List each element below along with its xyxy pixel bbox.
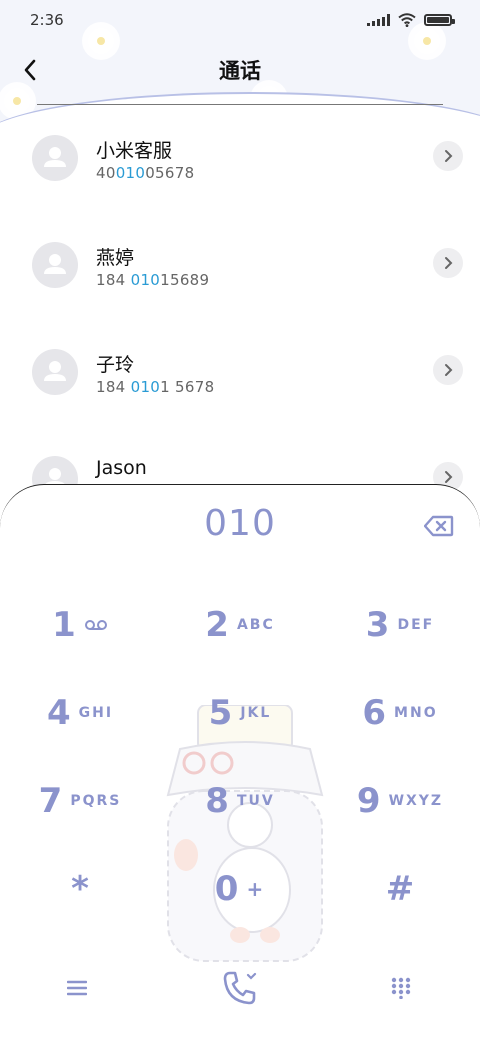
contact-row[interactable]: 小米客服 4001005678 bbox=[0, 108, 480, 215]
key-digit: 3 bbox=[365, 605, 390, 645]
key-letters: ABC bbox=[236, 617, 275, 633]
avatar-icon bbox=[32, 242, 78, 288]
contact-detail-button[interactable] bbox=[433, 248, 463, 278]
call-button[interactable] bbox=[215, 963, 265, 1013]
key-letters: DEF bbox=[397, 617, 435, 633]
key-letters: GHI bbox=[78, 705, 114, 721]
match-highlight: 010 bbox=[130, 271, 161, 289]
dial-key-2[interactable]: 2 ABC bbox=[170, 595, 310, 655]
key-digit: * bbox=[71, 869, 89, 909]
key-digit: 0 bbox=[214, 869, 239, 909]
chevron-right-icon bbox=[445, 471, 453, 483]
key-digit: # bbox=[385, 869, 415, 909]
avatar-icon bbox=[32, 349, 78, 395]
chevron-right-icon bbox=[445, 257, 453, 269]
key-digit: 9 bbox=[356, 781, 381, 821]
contact-name: 子玲 bbox=[96, 354, 135, 376]
jar-illustration bbox=[166, 705, 324, 962]
dial-key-1[interactable]: 1 bbox=[10, 595, 150, 655]
key-digit: 6 bbox=[362, 693, 387, 733]
signal-icon bbox=[367, 14, 390, 26]
menu-icon bbox=[67, 980, 87, 996]
key-letters: TUV bbox=[236, 793, 275, 809]
keypad-toggle-button[interactable] bbox=[376, 963, 426, 1013]
dial-key-9[interactable]: 9 WXYZ bbox=[330, 771, 470, 831]
match-highlight: 010 bbox=[130, 378, 161, 396]
contact-number: 184 0101 5678 bbox=[96, 378, 215, 396]
phone-icon bbox=[223, 971, 257, 1005]
contact-number: 184 01015689 bbox=[96, 271, 210, 289]
key-letters: MNO bbox=[394, 705, 438, 721]
dial-key-hash[interactable]: # bbox=[330, 859, 470, 919]
contact-name: 燕婷 bbox=[96, 247, 135, 269]
key-digit: 5 bbox=[208, 693, 233, 733]
contact-name: Jason bbox=[96, 457, 147, 479]
status-bar: 2:36 bbox=[0, 0, 480, 40]
header: 通话 bbox=[0, 44, 480, 96]
dialed-number: 010 bbox=[204, 503, 276, 544]
contact-detail-button[interactable] bbox=[433, 141, 463, 171]
key-digit: 8 bbox=[205, 781, 229, 821]
avatar-icon bbox=[32, 135, 78, 181]
dial-key-4[interactable]: 4 GHI bbox=[10, 683, 150, 743]
contact-list: 小米客服 4001005678 燕婷 184 01015689 子玲 184 0… bbox=[0, 108, 480, 536]
contact-number: 4001005678 bbox=[96, 164, 195, 182]
status-time: 2:36 bbox=[30, 11, 64, 29]
dial-key-5[interactable]: 5 JKL bbox=[170, 683, 310, 743]
contact-name: 小米客服 bbox=[96, 140, 173, 162]
page-title: 通话 bbox=[219, 59, 261, 83]
battery-icon bbox=[424, 14, 455, 26]
dial-key-0[interactable]: 0 + bbox=[170, 859, 310, 919]
key-letters: JKL bbox=[240, 705, 272, 721]
chevron-right-icon bbox=[445, 364, 453, 376]
key-letters: WXYZ bbox=[388, 793, 444, 809]
status-icons bbox=[367, 13, 455, 27]
contact-row[interactable]: 燕婷 184 01015689 bbox=[0, 215, 480, 322]
back-arrow-icon bbox=[24, 59, 36, 81]
key-letters: + bbox=[246, 877, 266, 901]
wifi-icon bbox=[398, 13, 416, 27]
key-letters: PQRS bbox=[70, 793, 122, 809]
keypad-icon bbox=[391, 977, 411, 999]
key-digit: 2 bbox=[205, 605, 229, 645]
match-highlight: 010 bbox=[115, 164, 146, 182]
menu-button[interactable] bbox=[52, 963, 102, 1013]
dial-key-6[interactable]: 6 MNO bbox=[330, 683, 470, 743]
dial-key-3[interactable]: 3 DEF bbox=[330, 595, 470, 655]
key-digit: 7 bbox=[38, 781, 63, 821]
dial-key-star[interactable]: * bbox=[10, 859, 150, 919]
contact-row[interactable]: 子玲 184 0101 5678 bbox=[0, 322, 480, 429]
backspace-icon[interactable] bbox=[424, 515, 454, 537]
contact-detail-button[interactable] bbox=[433, 355, 463, 385]
dialer-panel: 010 1 2 ABC 3 DEF 4 GHI 5 JKL 6 MNO 7 PQ… bbox=[0, 484, 480, 1040]
header-divider bbox=[37, 104, 443, 105]
key-digit: 4 bbox=[46, 693, 71, 733]
voicemail-icon bbox=[84, 620, 107, 630]
dial-key-8[interactable]: 8 TUV bbox=[170, 771, 310, 831]
chevron-right-icon bbox=[445, 150, 453, 162]
key-digit: 1 bbox=[52, 605, 76, 645]
back-button[interactable] bbox=[14, 54, 46, 86]
dial-key-7[interactable]: 7 PQRS bbox=[10, 771, 150, 831]
